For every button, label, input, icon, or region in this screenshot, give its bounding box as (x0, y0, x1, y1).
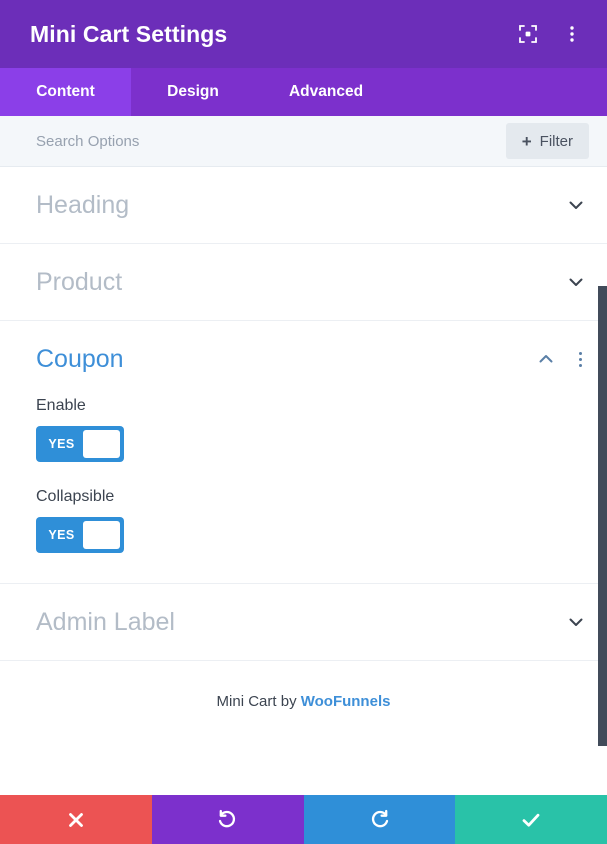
section-coupon-title: Coupon (36, 344, 124, 373)
focus-target-icon[interactable] (513, 19, 543, 49)
redo-icon (371, 809, 388, 828)
page-title: Mini Cart Settings (30, 20, 228, 47)
section-admin-label-tools (563, 609, 589, 635)
redo-button[interactable] (303, 795, 456, 844)
credit-line: Mini Cart by WooFunnels (0, 661, 607, 710)
panel-header: Mini Cart Settings (0, 0, 607, 68)
section-heading: Heading (0, 167, 607, 244)
mini-cart-settings-panel: Mini Cart Settings Content Design Advanc… (0, 0, 607, 844)
section-product: Product (0, 244, 607, 321)
chevron-down-icon[interactable] (563, 192, 589, 218)
field-collapsible-label: Collapsible (36, 488, 115, 505)
tab-design[interactable]: Design (131, 68, 255, 116)
action-bar (0, 795, 607, 844)
undo-button[interactable] (151, 795, 304, 844)
section-product-header[interactable]: Product (0, 244, 607, 320)
credit-prefix: Mini Cart by (216, 693, 301, 710)
enable-toggle-value: YES (48, 437, 75, 451)
tab-bar: Content Design Advanced (0, 68, 607, 116)
section-coupon: Coupon Enable YES Collapsible YES (0, 321, 607, 584)
section-product-title: Product (36, 267, 123, 296)
field-enable-label: Enable (36, 397, 86, 414)
search-row: + Filter (0, 116, 607, 167)
section-admin-label: Admin Label (0, 584, 607, 661)
collapsible-toggle[interactable]: YES (36, 517, 124, 553)
search-input[interactable] (36, 132, 506, 150)
field-collapsible: Collapsible YES (36, 488, 571, 553)
woofunnels-link[interactable]: WooFunnels (301, 693, 391, 710)
collapsible-toggle-value: YES (48, 528, 75, 542)
collapsible-toggle-knob (82, 521, 120, 549)
cancel-button[interactable] (0, 795, 152, 844)
vertical-dots-icon[interactable] (557, 19, 587, 49)
section-coupon-header[interactable]: Coupon (0, 321, 607, 397)
header-actions (513, 19, 587, 49)
save-button[interactable] (455, 795, 607, 844)
section-heading-tools (563, 192, 589, 218)
check-icon (522, 813, 540, 827)
enable-toggle[interactable]: YES (36, 426, 124, 462)
section-product-tools (563, 269, 589, 295)
field-enable: Enable YES (36, 397, 571, 462)
chevron-down-icon[interactable] (563, 269, 589, 295)
undo-icon (219, 809, 236, 828)
section-admin-label-header[interactable]: Admin Label (0, 584, 607, 660)
tab-advanced[interactable]: Advanced (255, 68, 397, 116)
filter-button-label: Filter (539, 132, 573, 150)
section-heading-title: Heading (36, 190, 130, 219)
enable-toggle-knob (82, 430, 120, 458)
chevron-down-icon[interactable] (563, 609, 589, 635)
plus-icon: + (521, 131, 532, 151)
close-icon (68, 812, 83, 827)
section-options-vertical-dots-icon[interactable] (571, 346, 589, 372)
section-heading-header[interactable]: Heading (0, 167, 607, 243)
filter-button[interactable]: + Filter (505, 123, 589, 159)
vertical-scrollbar[interactable] (598, 286, 607, 746)
settings-scroll-area[interactable]: Heading Product Coupon Enable YES Collap… (0, 167, 607, 795)
section-coupon-tools (533, 346, 589, 372)
section-coupon-body: Enable YES Collapsible YES (0, 397, 607, 583)
chevron-up-icon[interactable] (533, 346, 559, 372)
tab-content[interactable]: Content (0, 68, 131, 116)
section-admin-label-title: Admin Label (36, 607, 175, 636)
